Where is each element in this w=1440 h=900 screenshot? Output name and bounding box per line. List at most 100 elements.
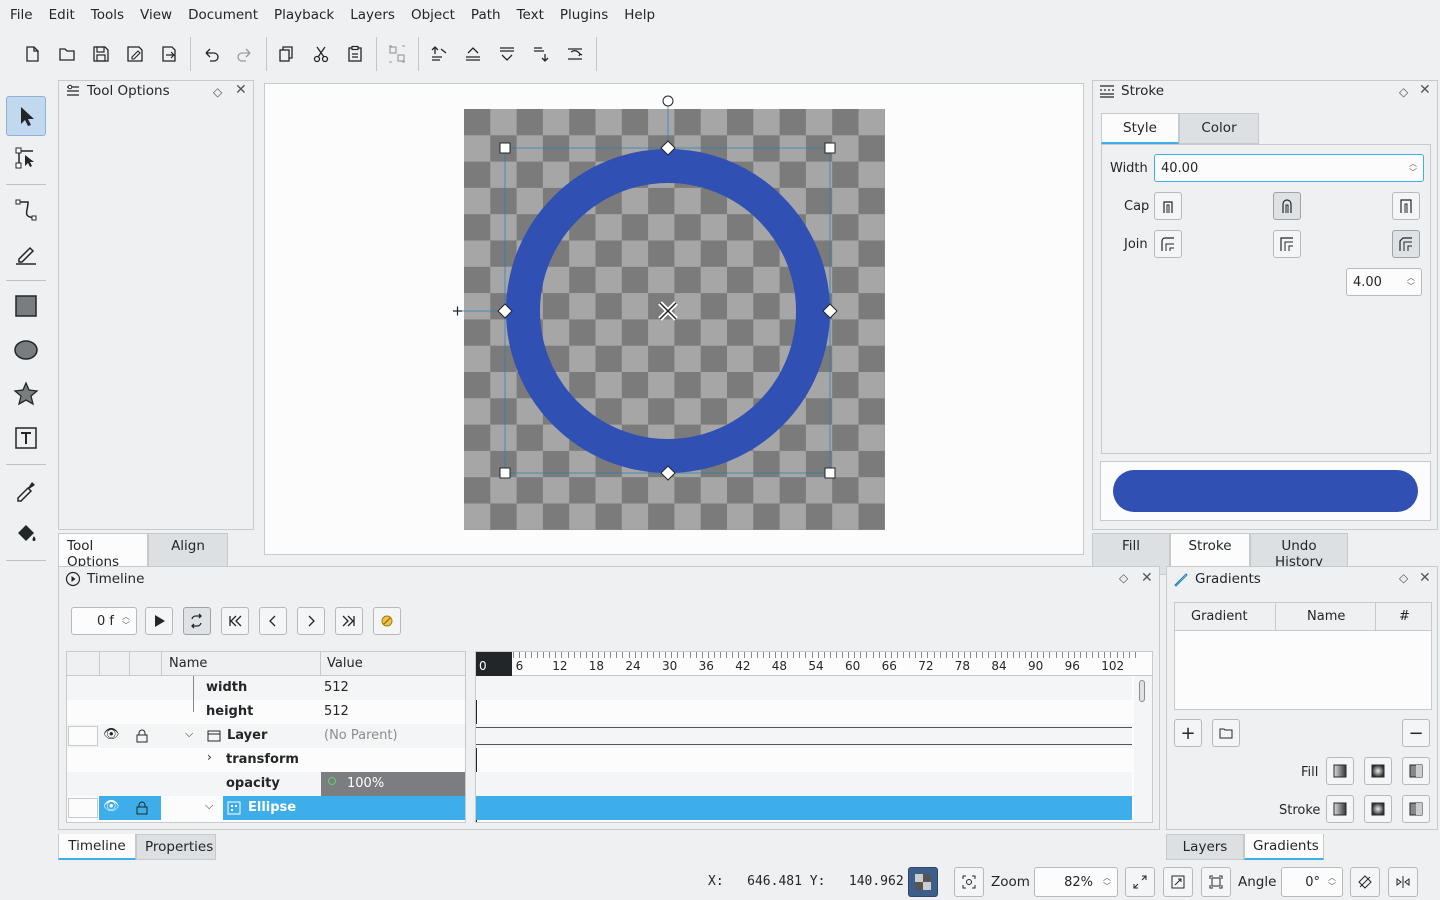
- table-row[interactable]: 👁 ⌵ Ellipse: [67, 796, 465, 820]
- table-row[interactable]: width 512: [67, 676, 465, 700]
- zoom-fit-width-icon[interactable]: [1125, 867, 1155, 897]
- eye-icon[interactable]: 👁: [103, 799, 120, 814]
- zoom-fit-selection-icon[interactable]: [954, 867, 984, 897]
- layer-color-swatch[interactable]: [68, 798, 98, 818]
- eye-icon[interactable]: 👁: [103, 727, 120, 742]
- tab-properties[interactable]: Properties: [136, 834, 216, 860]
- menu-view[interactable]: View: [132, 7, 180, 23]
- keyframe-icon[interactable]: [328, 777, 336, 785]
- open-folder-icon[interactable]: [53, 40, 81, 68]
- tab-layers[interactable]: Layers: [1166, 834, 1244, 860]
- table-row[interactable]: › transform: [67, 748, 465, 772]
- column-count-header[interactable]: #: [1399, 609, 1410, 624]
- rectangle-tool-icon[interactable]: [6, 286, 46, 326]
- previous-frame-button[interactable]: [259, 607, 287, 635]
- load-gradient-button[interactable]: [1212, 719, 1240, 747]
- tab-timeline[interactable]: Timeline: [58, 834, 136, 860]
- paste-icon[interactable]: [341, 40, 369, 68]
- scrollbar-handle[interactable]: [1139, 680, 1145, 702]
- close-panel-icon[interactable]: ✕: [1419, 82, 1431, 98]
- raise-to-top-icon[interactable]: [425, 40, 453, 68]
- last-frame-button[interactable]: [335, 607, 363, 635]
- menu-playback[interactable]: Playback: [266, 7, 342, 23]
- property-value[interactable]: 512: [324, 704, 349, 719]
- new-document-icon[interactable]: [18, 40, 46, 68]
- cap-round-button[interactable]: [1273, 192, 1301, 220]
- float-panel-icon[interactable]: ◇: [1119, 571, 1128, 585]
- column-name-header[interactable]: Name: [169, 656, 207, 671]
- edit-nodes-tool-icon[interactable]: [6, 138, 46, 178]
- join-bevel-button[interactable]: [1392, 230, 1420, 258]
- text-tool-icon[interactable]: [6, 418, 46, 458]
- table-row[interactable]: 👁 ⌵ Layer (No Parent): [67, 724, 465, 748]
- flip-icon[interactable]: [561, 40, 589, 68]
- bezier-tool-icon[interactable]: [6, 190, 46, 230]
- cap-square-button[interactable]: [1392, 192, 1420, 220]
- tab-gradients[interactable]: Gradients: [1244, 834, 1324, 860]
- drawing-canvas[interactable]: [265, 84, 1085, 556]
- chevron-down-icon[interactable]: ⌵: [205, 799, 213, 813]
- zoom-fit-canvas-icon[interactable]: [1201, 867, 1231, 897]
- fill-tool-icon[interactable]: [6, 514, 46, 554]
- save-as-icon[interactable]: [121, 40, 149, 68]
- menu-plugins[interactable]: Plugins: [552, 7, 616, 23]
- lock-icon[interactable]: [136, 729, 148, 743]
- column-value-header[interactable]: Value: [327, 656, 363, 671]
- lock-icon[interactable]: [136, 801, 148, 815]
- menu-tools[interactable]: Tools: [83, 7, 132, 23]
- ellipse-tool-icon[interactable]: [6, 330, 46, 370]
- close-panel-icon[interactable]: ✕: [1141, 570, 1153, 586]
- remove-gradient-button[interactable]: −: [1402, 719, 1430, 747]
- zoom-input[interactable]: 82% ︿ ﹀: [1034, 867, 1118, 897]
- resize-handle-br[interactable]: [824, 467, 836, 479]
- copy-icon[interactable]: [272, 40, 300, 68]
- raise-icon[interactable]: [459, 40, 487, 68]
- play-button[interactable]: [145, 607, 173, 635]
- frame-input[interactable]: 0 f ︿ ﹀: [71, 607, 137, 635]
- selected-track[interactable]: [476, 796, 1132, 820]
- menu-path[interactable]: Path: [463, 7, 509, 23]
- record-keyframe-button[interactable]: [373, 607, 401, 635]
- close-panel-icon[interactable]: ✕: [235, 82, 247, 98]
- cap-butt-button[interactable]: [1154, 192, 1182, 220]
- close-panel-icon[interactable]: ✕: [1419, 570, 1431, 586]
- flip-view-icon[interactable]: [1388, 867, 1418, 897]
- zoom-fit-page-icon[interactable]: [1163, 867, 1193, 897]
- menu-text[interactable]: Text: [509, 7, 552, 23]
- rotate-handle[interactable]: [662, 95, 674, 107]
- column-name-header[interactable]: Name: [1307, 609, 1345, 624]
- canvas-area[interactable]: [264, 83, 1084, 555]
- next-frame-button[interactable]: [297, 607, 325, 635]
- undo-icon[interactable]: [197, 40, 225, 68]
- timeline-scrollbar[interactable]: [1134, 676, 1152, 822]
- menu-document[interactable]: Document: [180, 7, 266, 23]
- fill-linear-button[interactable]: [1326, 757, 1354, 785]
- layer-parent-value[interactable]: (No Parent): [324, 728, 398, 743]
- float-panel-icon[interactable]: ◇: [213, 85, 222, 99]
- chevron-down-icon[interactable]: ⌵: [185, 727, 193, 741]
- opacity-slider[interactable]: 100%: [321, 772, 465, 796]
- freehand-draw-tool-icon[interactable]: [6, 234, 46, 274]
- lower-icon[interactable]: [493, 40, 521, 68]
- loop-button[interactable]: [183, 607, 211, 635]
- table-row[interactable]: opacity 100%: [67, 772, 465, 796]
- resize-handle-tl[interactable]: [499, 142, 511, 154]
- group-icon[interactable]: [383, 40, 411, 68]
- star-tool-icon[interactable]: [6, 374, 46, 414]
- stroke-conical-button[interactable]: [1402, 795, 1430, 823]
- column-gradient-header[interactable]: Gradient: [1191, 609, 1248, 624]
- transparency-toggle-icon[interactable]: [908, 867, 938, 897]
- anchor-handle[interactable]: [453, 306, 462, 316]
- menu-object[interactable]: Object: [403, 7, 463, 23]
- menu-edit[interactable]: Edit: [41, 7, 83, 23]
- reset-rotation-icon[interactable]: [1350, 867, 1380, 897]
- join-round-button[interactable]: [1273, 230, 1301, 258]
- tab-color[interactable]: Color: [1179, 113, 1259, 144]
- resize-handle-tr[interactable]: [824, 142, 836, 154]
- save-icon[interactable]: [87, 40, 115, 68]
- property-value[interactable]: 512: [324, 680, 349, 695]
- table-row[interactable]: height 512: [67, 700, 465, 724]
- add-gradient-button[interactable]: +: [1174, 719, 1202, 747]
- menu-file[interactable]: File: [2, 7, 41, 23]
- frame-ruler[interactable]: 0 6 12 18 24 30 36 42 48 54 60 66 72 78 84 90 96 102: [476, 652, 1152, 676]
